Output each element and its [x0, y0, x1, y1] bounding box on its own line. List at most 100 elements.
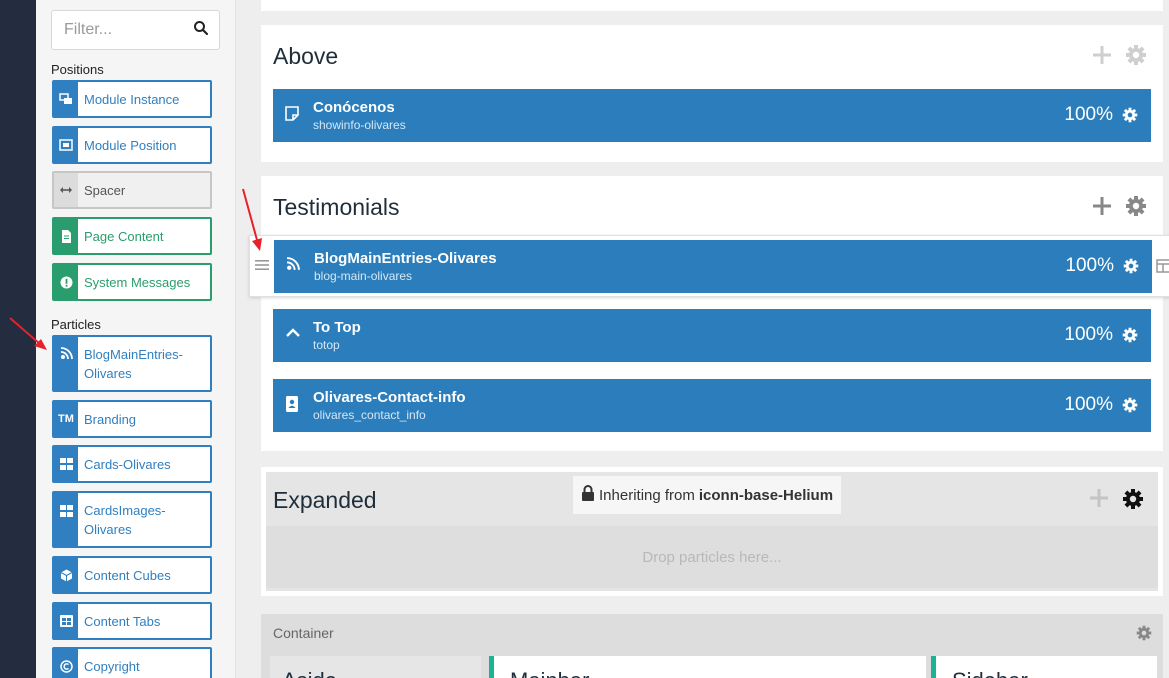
- layout-main: Above Conócenos showinfo-olivares 100% T…: [236, 0, 1169, 678]
- particle-label: Branding: [84, 411, 137, 427]
- section-title: Testimonials: [273, 194, 400, 220]
- exclamation-icon: [54, 265, 78, 299]
- module-title: BlogMainEntries-Olivares: [314, 250, 497, 267]
- rss-icon: [286, 257, 300, 276]
- module-settings-gear-icon[interactable]: [1122, 327, 1138, 348]
- module-settings-gear-icon[interactable]: [1122, 107, 1138, 128]
- positions-heading: Positions: [51, 62, 104, 77]
- particle-cards-olivares[interactable]: Cards-Olivares: [52, 445, 212, 483]
- module-conocenos[interactable]: Conócenos showinfo-olivares 100%: [273, 89, 1151, 142]
- file-icon: [54, 219, 78, 253]
- note-icon: [285, 106, 299, 126]
- grid-icon: [54, 447, 78, 481]
- chevron-up-icon: [285, 326, 301, 345]
- section-title: Expanded: [273, 487, 377, 513]
- expanded-inner: Expanded Drop particles here... Inheriti…: [266, 472, 1158, 591]
- settings-gear-icon[interactable]: [1125, 195, 1147, 222]
- settings-gear-icon[interactable]: [1122, 488, 1144, 515]
- settings-gear-icon[interactable]: [1125, 44, 1147, 71]
- section-above: Above Conócenos showinfo-olivares 100%: [261, 25, 1163, 162]
- filter-box[interactable]: [51, 10, 220, 50]
- module-olivares-contact-info[interactable]: Olivares-Contact-info olivares_contact_i…: [273, 379, 1151, 432]
- module-subtitle: totop: [313, 338, 340, 352]
- particle-content-tabs[interactable]: Content Tabs: [52, 602, 212, 640]
- add-icon[interactable]: [1092, 45, 1112, 70]
- section-title: Above: [273, 43, 339, 69]
- position-label: Module Position: [84, 137, 177, 153]
- filter-input[interactable]: [52, 11, 182, 49]
- add-icon[interactable]: [1089, 488, 1109, 515]
- column-mainbar: Mainbar: [489, 656, 926, 678]
- position-page-content[interactable]: Page Content: [52, 217, 212, 255]
- column-resize-bar[interactable]: [931, 656, 936, 678]
- particle-label: Content Tabs: [84, 613, 161, 629]
- module-title: To Top: [313, 319, 361, 336]
- column-title: Sidebar: [952, 668, 1028, 678]
- search-icon[interactable]: [193, 20, 209, 41]
- lock-icon: [581, 485, 595, 505]
- particle-cardsimages-olivares[interactable]: CardsImages-Olivares: [52, 491, 212, 548]
- container-label: Container: [273, 625, 334, 641]
- section-testimonials: Testimonials To Top totop 100% Olivares-…: [261, 176, 1163, 451]
- inheriting-badge: Inheriting from iconn-base-Helium: [573, 476, 842, 514]
- module-settings-gear-icon[interactable]: [1122, 397, 1138, 418]
- module-subtitle: blog-main-olivares: [314, 269, 413, 283]
- particle-copyright[interactable]: Copyright: [52, 647, 212, 678]
- module-position-icon: [54, 128, 78, 162]
- column-title: Aside: [282, 668, 337, 678]
- position-module-instance[interactable]: Module Instance: [52, 80, 212, 118]
- section-actions: [1092, 195, 1147, 222]
- column-aside: Aside: [270, 656, 481, 678]
- position-label: System Messages: [84, 274, 191, 290]
- trademark-icon: TM: [54, 402, 78, 436]
- particle-label: BlogMainEntries-Olivares: [84, 346, 183, 381]
- column-title: Mainbar: [510, 668, 589, 678]
- module-width-percent: 100%: [1064, 324, 1113, 345]
- grid-icon: [54, 493, 78, 546]
- particle-branding[interactable]: TM Branding: [52, 400, 212, 438]
- drag-handle-icon[interactable]: [254, 258, 270, 277]
- particle-label: Cards-Olivares: [84, 456, 171, 472]
- inherit-prefix: Inheriting from: [599, 486, 695, 504]
- copyright-icon: [54, 649, 78, 678]
- dragging-particle[interactable]: BlogMainEntries-Olivares blog-main-oliva…: [249, 235, 1169, 297]
- module-subtitle: olivares_contact_info: [313, 408, 426, 422]
- column-resize-bar[interactable]: [489, 656, 494, 678]
- module-title: Olivares-Contact-info: [313, 389, 466, 406]
- settings-gear-icon[interactable]: [1136, 625, 1152, 646]
- position-system-messages[interactable]: System Messages: [52, 263, 212, 301]
- position-label: Page Content: [84, 228, 164, 244]
- section-actions: [1092, 44, 1147, 71]
- module-blogmainentries-olivares[interactable]: BlogMainEntries-Olivares blog-main-oliva…: [274, 240, 1152, 293]
- position-label: Spacer: [84, 182, 126, 198]
- add-icon[interactable]: [1092, 196, 1112, 221]
- cube-icon: [54, 558, 78, 592]
- module-instance-icon: [54, 82, 78, 116]
- particle-label: CardsImages-Olivares: [84, 502, 166, 537]
- module-to-top[interactable]: To Top totop 100%: [273, 309, 1151, 362]
- column-sidebar: Sidebar: [931, 656, 1157, 678]
- section-container: Container Aside Mainbar Sidebar: [261, 614, 1163, 678]
- inherit-source: iconn-base-Helium: [698, 486, 834, 504]
- position-label: Module Instance: [84, 91, 180, 107]
- arrows-h-icon: [54, 173, 78, 207]
- admin-nav-strip: [0, 0, 36, 678]
- module-width-percent: 100%: [1064, 394, 1113, 415]
- particles-heading: Particles: [51, 317, 101, 332]
- module-width-percent: 100%: [1064, 104, 1113, 125]
- particle-content-cubes[interactable]: Content Cubes: [52, 556, 212, 594]
- layout-columns-icon[interactable]: [1156, 259, 1169, 278]
- particle-blogmainentries-olivares[interactable]: BlogMainEntries-Olivares: [52, 335, 212, 392]
- module-width-percent: 100%: [1065, 255, 1114, 276]
- drop-zone[interactable]: Drop particles here...: [266, 526, 1158, 588]
- contact-card-icon: [285, 396, 299, 417]
- previous-section-card: [261, 0, 1163, 11]
- table-icon: [54, 604, 78, 638]
- position-module-position[interactable]: Module Position: [52, 126, 212, 164]
- module-title: Conócenos: [313, 99, 395, 116]
- module-settings-gear-icon[interactable]: [1123, 258, 1139, 279]
- drop-zone-text: Drop particles here...: [642, 548, 782, 566]
- position-spacer[interactable]: Spacer: [52, 171, 212, 209]
- rss-icon: [54, 337, 78, 390]
- section-expanded: Expanded Drop particles here... Inheriti…: [261, 467, 1163, 596]
